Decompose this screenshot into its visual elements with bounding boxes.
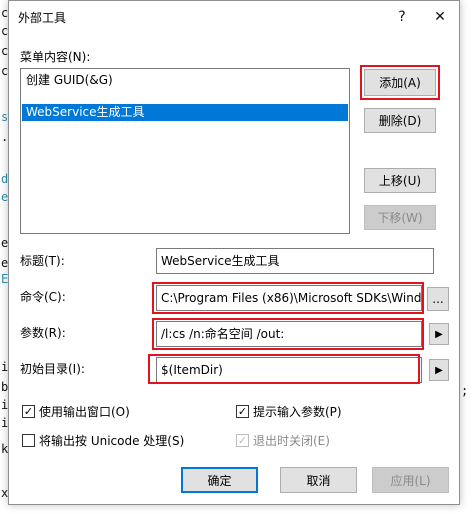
help-icon[interactable]: ? (385, 1, 419, 33)
menu-contents-list[interactable]: 创建 GUID(&G) WebService生成工具 (20, 68, 350, 234)
highlight-box (148, 354, 420, 384)
close-on-exit-checkbox[interactable]: ✓ 退出时关闭(E) (236, 432, 330, 449)
prompt-arguments-checkbox[interactable]: ✓ 提示输入参数(P) (236, 403, 342, 420)
checkbox-label: 使用输出窗口(O) (39, 405, 130, 419)
move-down-button[interactable]: 下移(W) (364, 205, 436, 230)
list-item-selected[interactable]: WebService生成工具 (22, 104, 348, 121)
background-code-char: ; (461, 384, 469, 398)
checkbox-label: 提示输入参数(P) (253, 405, 342, 419)
checkbox-empty-icon (22, 434, 35, 447)
external-tools-dialog: 外部工具 ? ✕ 菜单内容(N): 创建 GUID(&G) WebService… (8, 0, 460, 505)
apply-button[interactable]: 应用(L) (372, 467, 449, 493)
checkbox-label: 退出时关闭(E) (253, 434, 330, 448)
arrow-right-icon: ▶ (435, 328, 443, 340)
highlight-box (152, 318, 424, 350)
title-label: 标题(T): (20, 254, 65, 268)
title-input[interactable]: WebService生成工具 (156, 248, 434, 274)
use-output-window-checkbox[interactable]: ✓ 使用输出窗口(O) (22, 403, 130, 420)
arguments-label: 参数(R): (20, 326, 66, 340)
arguments-menu-button[interactable]: ▶ (429, 323, 449, 345)
cancel-button[interactable]: 取消 (280, 467, 357, 493)
unicode-output-checkbox[interactable]: 将输出按 Unicode 处理(S) (22, 432, 184, 449)
checkbox-check-icon: ✓ (236, 405, 249, 418)
title-bar: 外部工具 ? ✕ (9, 1, 459, 33)
browse-button[interactable]: ... (427, 287, 449, 311)
highlight-box (360, 65, 440, 100)
menu-contents-label: 菜单内容(N): (20, 50, 91, 64)
initial-dir-menu-button[interactable]: ▶ (429, 359, 449, 381)
checkbox-check-icon: ✓ (236, 434, 249, 447)
ok-button[interactable]: 确定 (181, 467, 258, 493)
dialog-title: 外部工具 (18, 11, 67, 25)
move-up-button[interactable]: 上移(U) (364, 168, 436, 193)
command-label: 命令(C): (20, 290, 66, 304)
initial-dir-label: 初始目录(I): (20, 362, 85, 376)
close-icon[interactable]: ✕ (423, 1, 457, 33)
delete-button[interactable]: 删除(D) (364, 108, 436, 133)
list-item[interactable]: 创建 GUID(&G) (22, 72, 348, 89)
checkbox-label: 将输出按 Unicode 处理(S) (39, 434, 185, 448)
arrow-right-icon: ▶ (435, 364, 443, 376)
checkbox-check-icon: ✓ (22, 405, 35, 418)
highlight-box (152, 282, 424, 314)
